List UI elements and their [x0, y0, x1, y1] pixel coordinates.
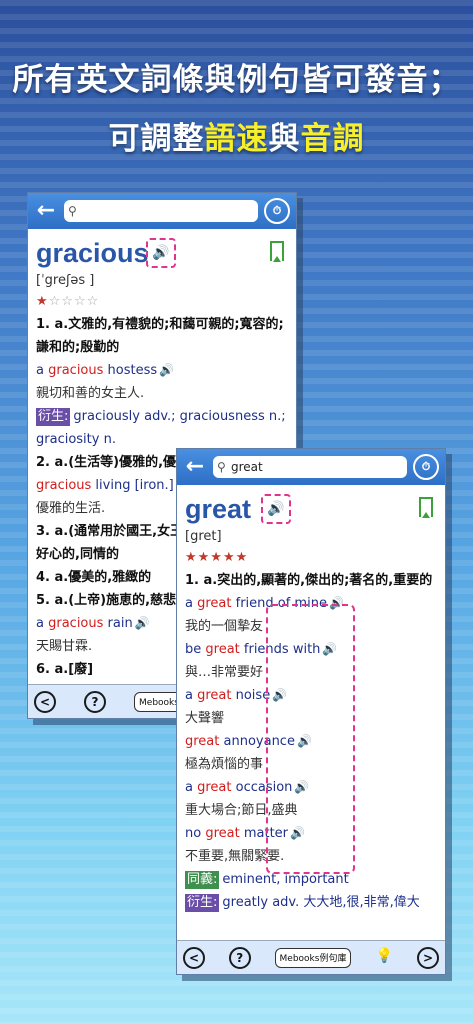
- back-arrow-icon[interactable]: ←: [183, 449, 207, 485]
- phonetic: [gret]: [185, 529, 222, 544]
- search-input[interactable]: ⚲: [64, 200, 258, 222]
- phonetic: [ˈgreʃəs ]: [36, 273, 95, 288]
- headline-line1: 所有英文詞條與例句皆可發音；: [12, 62, 461, 98]
- derivation: 衍生: greatly adv. 大大地,很,非常,偉大: [185, 894, 420, 912]
- highlight-pitch: 音調: [300, 121, 365, 157]
- top-bar: ← ⚲ ⏱: [28, 193, 296, 229]
- help-button[interactable]: ?: [84, 690, 107, 713]
- search-input[interactable]: ⚲ great: [213, 456, 407, 478]
- prev-button[interactable]: <: [34, 690, 56, 713]
- bottom-toolbar: < ? Mebooks例句庫 💡 >: [177, 940, 445, 974]
- speaker-icon: 🔊: [134, 616, 150, 630]
- headword: great: [185, 494, 252, 524]
- bookmark-icon[interactable]: [270, 241, 284, 262]
- translation-1: 親切和善的女主人.: [36, 386, 145, 401]
- help-button[interactable]: ?: [228, 946, 251, 969]
- search-icon: ⚲: [68, 204, 77, 218]
- frequency-stars: ★☆☆☆☆: [36, 294, 100, 309]
- next-button[interactable]: >: [417, 946, 439, 969]
- back-arrow-icon[interactable]: ←: [34, 193, 58, 229]
- headword-speaker-icon[interactable]: 🔊: [146, 238, 176, 268]
- headword: gracious: [36, 238, 149, 268]
- search-icon: ⚲: [217, 460, 226, 474]
- speed-pitch-icon[interactable]: ⏱: [264, 198, 290, 224]
- bookmark-icon[interactable]: [419, 497, 433, 518]
- headword-speaker-icon[interactable]: 🔊: [261, 494, 291, 524]
- definition-1: 1. a.突出的,顯著的,傑出的;著名的,重要的: [185, 573, 433, 588]
- speed-pitch-icon[interactable]: ⏱: [413, 454, 439, 480]
- definition-1: 1. a.文雅的,有禮貌的;和藹可親的;寬容的;謙和的;殷勤的: [36, 317, 284, 355]
- top-bar: ← ⚲ great ⏱: [177, 449, 445, 485]
- mebooks-button[interactable]: Mebooks例句庫: [274, 947, 352, 968]
- example-1[interactable]: a gracious hostess 🔊: [36, 359, 288, 382]
- lightbulb-icon[interactable]: 💡: [375, 948, 393, 968]
- speaker-icon: 🔊: [159, 363, 175, 377]
- frequency-stars: ★★★★★: [185, 550, 249, 565]
- highlight-speed: 語速: [204, 121, 269, 157]
- headline-line2: 可調整語速與音調: [108, 121, 365, 157]
- derivation: 衍生: graciously adv.; graciousness n.; gra…: [36, 408, 286, 447]
- speaker-highlight-box: [266, 604, 355, 874]
- prev-button[interactable]: <: [183, 946, 205, 969]
